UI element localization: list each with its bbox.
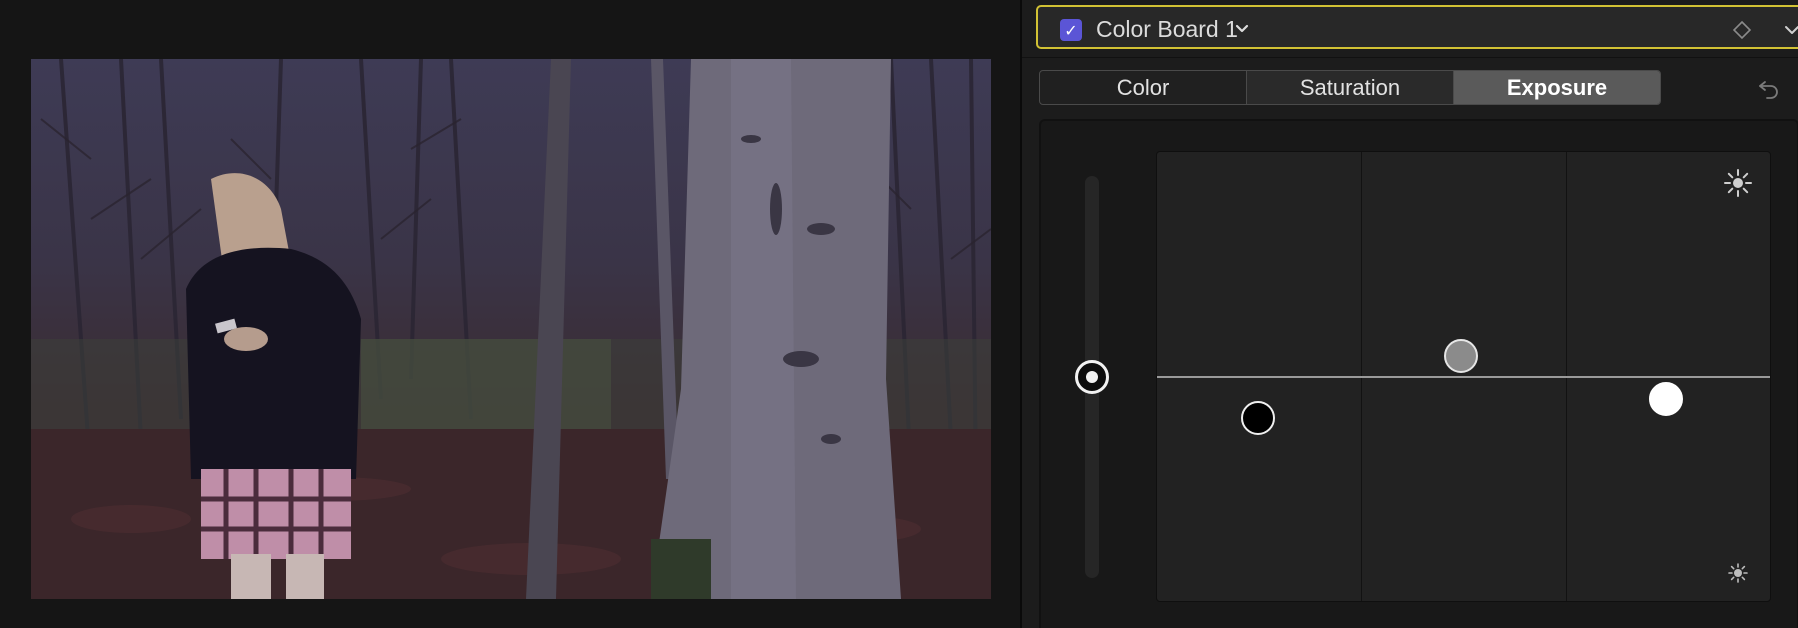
board-center-line <box>1157 376 1770 378</box>
exposure-board[interactable] <box>1156 151 1771 602</box>
midtones-puck[interactable] <box>1444 339 1478 373</box>
checkmark-icon: ✓ <box>1064 20 1078 40</box>
master-puck-dot <box>1086 371 1098 383</box>
color-board-tabs: Color Saturation Exposure <box>1039 70 1661 105</box>
reset-arrow-icon[interactable] <box>1757 77 1781 99</box>
video-frame[interactable] <box>31 59 991 599</box>
sun-small-icon <box>1728 563 1748 583</box>
tab-exposure[interactable]: Exposure <box>1454 71 1660 104</box>
video-frame-image <box>31 59 991 599</box>
master-exposure-puck[interactable] <box>1075 360 1109 394</box>
viewer <box>0 0 1020 628</box>
diamond-icon[interactable] <box>1732 20 1752 40</box>
effect-name: Color Board 1 <box>1096 16 1238 42</box>
effect-enable-checkbox[interactable]: ✓ <box>1060 19 1082 41</box>
sun-large-icon <box>1724 169 1752 197</box>
disclosure-chevron-icon[interactable] <box>1782 21 1798 39</box>
app-window: ✓ Color Board 1 Color Saturation Exposur… <box>0 0 1798 628</box>
shadows-puck[interactable] <box>1241 401 1275 435</box>
tab-saturation[interactable]: Saturation <box>1247 71 1454 104</box>
chevron-down-icon[interactable] <box>1232 19 1252 39</box>
highlights-puck[interactable] <box>1649 382 1683 416</box>
effect-header[interactable]: ✓ Color Board 1 <box>1036 5 1798 49</box>
tab-color[interactable]: Color <box>1040 71 1247 104</box>
header-separator <box>1022 57 1798 58</box>
